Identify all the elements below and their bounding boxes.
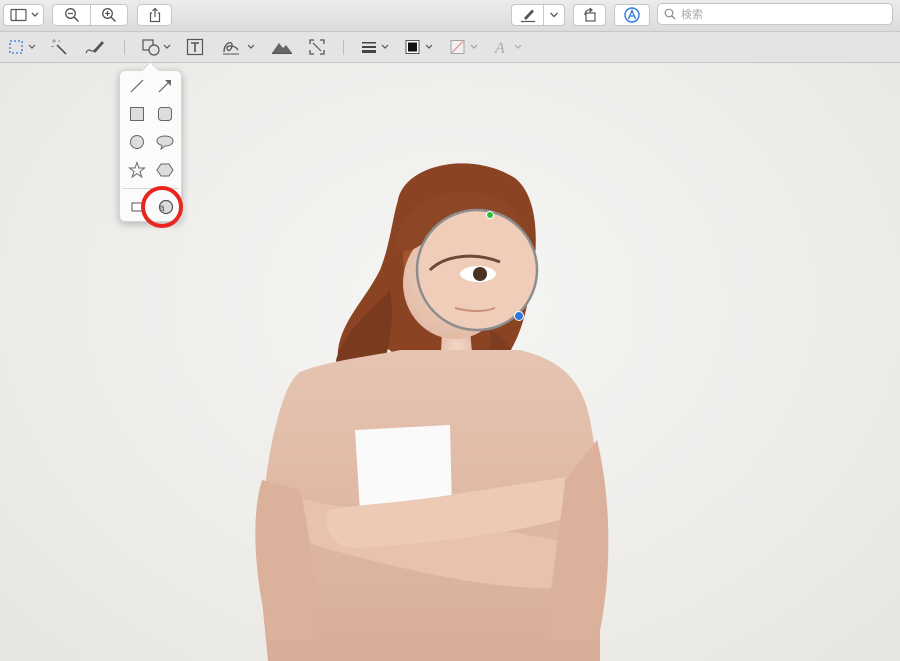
oval-shape[interactable] [126, 131, 148, 153]
rectangular-selection-icon [9, 40, 36, 54]
rounded-rectangle-shape[interactable] [154, 103, 176, 125]
text-tool[interactable] [185, 37, 205, 57]
hexagon-shape[interactable] [154, 159, 176, 181]
pen-icon [520, 9, 535, 23]
adjust-color-tool[interactable] [271, 37, 293, 57]
selection-tool[interactable] [8, 37, 38, 57]
zoom-in-icon [102, 8, 117, 23]
markup-toolbar: A [0, 32, 900, 63]
star-icon [128, 161, 146, 179]
text-style-icon: A [494, 40, 522, 55]
rounded-rectangle-icon [158, 107, 172, 121]
markup-pen-button[interactable] [511, 4, 544, 26]
border-color-icon [405, 40, 433, 54]
markup-menu-button[interactable] [543, 4, 565, 26]
loupe-highlight-circle [141, 186, 183, 228]
loupe-size-handle [486, 211, 494, 219]
shapes-tool[interactable] [141, 37, 173, 57]
line-style-tool[interactable] [360, 37, 392, 57]
markup-toolbar-icon [624, 7, 640, 23]
search-field[interactable]: 検索 [657, 3, 893, 25]
search-icon [664, 8, 676, 20]
rectangle-icon [130, 107, 144, 121]
zoom-in-button[interactable] [90, 4, 128, 26]
zoom-out-button[interactable] [52, 4, 91, 26]
border-color-tool[interactable] [404, 37, 436, 57]
fill-color-icon [450, 40, 478, 54]
window-toolbar: 検索 [0, 0, 900, 32]
share-icon [149, 7, 160, 23]
line-icon [130, 79, 144, 93]
resize-icon [309, 39, 325, 55]
signature-icon [223, 41, 255, 55]
arrow-shape[interactable] [154, 75, 176, 97]
loupe-magnification-handle [514, 311, 524, 321]
hexagon-icon [156, 163, 174, 177]
search-placeholder: 検索 [681, 9, 703, 21]
line-shape[interactable] [126, 75, 148, 97]
fill-color-tool[interactable] [449, 37, 481, 57]
text-style-tool[interactable]: A [493, 37, 525, 57]
show-markup-toolbar-button[interactable] [614, 4, 650, 26]
adjust-color-icon [272, 43, 292, 54]
instant-alpha-tool[interactable] [49, 37, 69, 57]
sketch-tool[interactable] [84, 37, 106, 57]
toolbar-divider [343, 40, 344, 55]
speech-bubble-shape[interactable] [154, 131, 176, 153]
adjust-size-tool[interactable] [307, 37, 327, 57]
sign-tool[interactable] [221, 37, 257, 57]
shapes-icon [142, 39, 171, 56]
arrow-icon [158, 80, 171, 93]
svg-text:A: A [494, 40, 505, 55]
text-box-icon [186, 38, 204, 56]
star-shape[interactable] [126, 159, 148, 181]
rectangle-shape[interactable] [126, 103, 148, 125]
line-style-icon [362, 42, 389, 53]
chevron-down-icon [550, 12, 558, 18]
oval-icon [130, 135, 144, 149]
rotate-icon [583, 7, 596, 22]
toolbar-divider [124, 40, 125, 55]
speech-bubble-icon [156, 135, 174, 150]
share-button[interactable] [137, 4, 172, 26]
magic-wand-icon [50, 39, 67, 55]
sketch-icon [85, 41, 104, 54]
rotate-button[interactable] [573, 4, 606, 26]
zoom-out-icon [64, 8, 79, 23]
sidebar-button[interactable] [3, 4, 44, 26]
sidebar-icon [9, 8, 38, 22]
